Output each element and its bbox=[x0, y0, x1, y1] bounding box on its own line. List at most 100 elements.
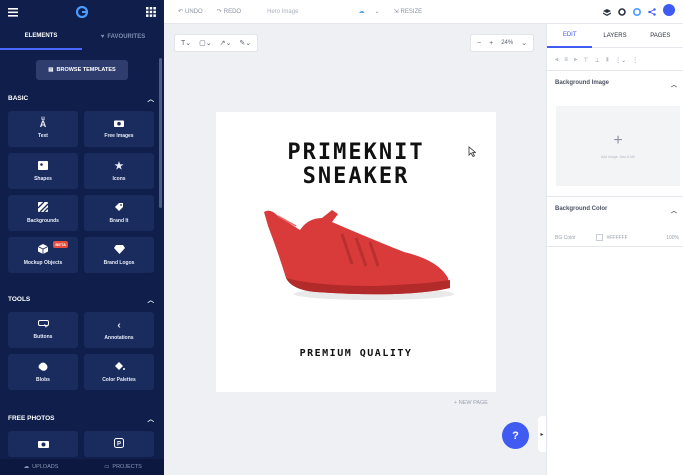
tab-elements[interactable]: ELEMENTS bbox=[0, 24, 82, 50]
tab-edit[interactable]: EDIT bbox=[547, 24, 593, 48]
sidebar-header bbox=[0, 0, 164, 24]
section-tools-header[interactable]: TOOLS ︿ bbox=[8, 294, 155, 305]
align-center-icon[interactable]: ≡ bbox=[564, 57, 568, 63]
tile-label: Brand It bbox=[109, 218, 129, 224]
right-panel-tabs: EDIT LAYERS PAGES bbox=[547, 24, 683, 48]
tile-label: Text bbox=[38, 133, 48, 139]
free-photos-grid: P bbox=[8, 431, 154, 457]
shapes-icon bbox=[38, 160, 48, 172]
tile-brand-it[interactable]: Brand It bbox=[84, 195, 154, 231]
redo-icon: ↷ bbox=[216, 9, 222, 15]
sidebar-scrollbar[interactable] bbox=[159, 58, 162, 208]
tab-elements-label: ELEMENTS bbox=[24, 33, 58, 39]
arrow-tool-icon[interactable]: ↗⌄ bbox=[220, 39, 232, 47]
drawing-tools: T⌄ ▢⌄ ↗⌄ ✎⌄ bbox=[174, 34, 259, 52]
tile-color-palettes[interactable]: Color Palettes bbox=[84, 354, 154, 390]
help-button[interactable]: ? bbox=[502, 422, 529, 449]
menu-icon[interactable] bbox=[8, 7, 18, 17]
tile-buttons[interactable]: Buttons bbox=[8, 312, 78, 348]
layers-stack-icon[interactable] bbox=[603, 3, 611, 21]
design-page[interactable]: PRIMEKNIT SNEAKER PREMIUM QUALITY bbox=[216, 112, 496, 392]
projects-button[interactable]: ▭ PROJECTS bbox=[82, 459, 164, 475]
top-toolbar: ↶ UNDO ↷ REDO Hero Image ☁ ⌄ ⇲ RESIZE bbox=[164, 0, 546, 24]
color-swatch[interactable] bbox=[595, 234, 603, 241]
chevron-up-icon[interactable]: ︿ bbox=[671, 206, 677, 215]
panel-expand-toggle[interactable]: ▸ bbox=[538, 416, 546, 452]
new-page-button[interactable]: + NEW PAGE bbox=[454, 400, 488, 406]
pen-tool-icon[interactable]: ✎⌄ bbox=[239, 39, 251, 47]
tile-annotations[interactable]: ‹ Annotations bbox=[84, 312, 154, 348]
save-dropdown[interactable]: ⌄ bbox=[374, 8, 379, 15]
right-panel: EDIT LAYERS PAGES ⫷ ≡ ⫸ ⊤ ⊥ ⫫ ⋮⌄ ⋮ Backg… bbox=[546, 24, 683, 475]
chevron-up-icon[interactable]: ︿ bbox=[148, 294, 155, 304]
zoom-out-icon[interactable]: − bbox=[477, 40, 481, 47]
sidebar-tabs: ELEMENTS ♥ FAVOURITES bbox=[0, 24, 164, 50]
tile-backgrounds[interactable]: Backgrounds bbox=[8, 195, 78, 231]
logo-icon[interactable] bbox=[76, 6, 88, 18]
bg-color-hex[interactable]: #FFFFFF bbox=[607, 235, 628, 241]
tile-label: Shapes bbox=[34, 175, 52, 182]
browse-templates-button[interactable]: ▤ BROWSE TEMPLATES bbox=[36, 60, 128, 80]
tile-text[interactable]: Aͧ Text bbox=[8, 111, 78, 147]
align-left-icon[interactable]: ⫷ bbox=[555, 57, 558, 64]
tile-photo-camera[interactable] bbox=[8, 431, 78, 457]
section-free-photos-header[interactable]: FREE PHOTOS ︿ bbox=[8, 413, 155, 424]
tab-favourites[interactable]: ♥ FAVOURITES bbox=[82, 24, 164, 50]
tile-icons[interactable]: ★ Icons bbox=[84, 153, 154, 189]
undo-label: UNDO bbox=[185, 8, 203, 15]
chevron-right-icon: ▸ bbox=[540, 431, 544, 438]
chevron-down-icon[interactable]: ⌄ bbox=[521, 39, 527, 47]
redo-button[interactable]: ↷ REDO bbox=[216, 8, 241, 16]
tile-mockup-objects[interactable]: BETA Mockup Objects bbox=[8, 237, 78, 273]
section-tools-title: TOOLS bbox=[8, 295, 31, 303]
align-top-icon[interactable]: ⊤ bbox=[583, 57, 588, 64]
align-right-icon[interactable]: ⫸ bbox=[574, 57, 577, 64]
headline-line-2[interactable]: SNEAKER bbox=[216, 164, 496, 189]
sneaker-image[interactable] bbox=[256, 204, 456, 304]
background-color-header[interactable]: Background Color ︿ bbox=[555, 206, 677, 215]
paint-bucket-icon bbox=[114, 361, 125, 373]
tab-pages[interactable]: PAGES bbox=[637, 24, 683, 48]
settings-icon[interactable] bbox=[618, 3, 626, 21]
chevron-up-icon[interactable]: ︿ bbox=[148, 93, 155, 103]
zoom-in-icon[interactable]: + bbox=[489, 40, 493, 47]
avatar[interactable] bbox=[663, 3, 675, 21]
document-title[interactable]: Hero Image bbox=[267, 9, 298, 15]
distribute-icon[interactable]: ⋮⌄ bbox=[615, 57, 626, 64]
add-image-dropzone[interactable]: + Add image, Max 8 Mb bbox=[556, 106, 680, 186]
tile-shapes[interactable]: Shapes bbox=[8, 153, 78, 189]
headline-line-1[interactable]: PRIMEKNIT bbox=[216, 140, 496, 165]
zoom-level[interactable]: 24% bbox=[501, 40, 513, 46]
logo-icon[interactable] bbox=[632, 3, 642, 21]
tile-blobs[interactable]: Blobs bbox=[8, 354, 78, 390]
tile-photo-p[interactable]: P bbox=[84, 431, 154, 457]
app: ELEMENTS ♥ FAVOURITES ▤ BROWSE TEMPLATES … bbox=[0, 0, 683, 475]
bg-color-opacity[interactable]: 100% bbox=[666, 235, 679, 241]
backgrounds-icon bbox=[37, 201, 49, 214]
tab-favourites-label: FAVOURITES bbox=[107, 34, 146, 40]
more-icon[interactable]: ⋮ bbox=[632, 57, 638, 64]
background-image-header[interactable]: Background Image ︿ bbox=[555, 80, 677, 89]
tile-brand-logos[interactable]: Brand Logos bbox=[84, 237, 154, 273]
tile-label: Buttons bbox=[33, 334, 53, 340]
shape-tool-icon[interactable]: ▢⌄ bbox=[199, 39, 211, 47]
basic-grid: Aͧ Text Free Images Shapes ★ Icons Backgro… bbox=[8, 111, 154, 273]
apps-grid-icon[interactable] bbox=[146, 7, 156, 17]
align-bottom-icon[interactable]: ⫫ bbox=[606, 57, 609, 64]
projects-label: PROJECTS bbox=[112, 464, 142, 470]
undo-button[interactable]: ↶ UNDO bbox=[178, 8, 203, 16]
text-tool-icon[interactable]: T⌄ bbox=[181, 39, 191, 47]
chevron-up-icon[interactable]: ︿ bbox=[671, 80, 677, 89]
tab-layers[interactable]: LAYERS bbox=[592, 24, 638, 48]
resize-button[interactable]: ⇲ RESIZE bbox=[393, 8, 422, 16]
share-icon[interactable] bbox=[648, 3, 656, 21]
subtitle-text[interactable]: PREMIUM QUALITY bbox=[216, 348, 496, 359]
align-middle-icon[interactable]: ⊥ bbox=[595, 57, 600, 64]
add-image-hint: Add image, Max 8 Mb bbox=[600, 155, 636, 159]
background-color-title: Background Color bbox=[555, 206, 608, 212]
uploads-button[interactable]: ☁ UPLOADS bbox=[0, 459, 82, 475]
chevron-up-icon[interactable]: ︿ bbox=[148, 413, 155, 423]
section-basic-header[interactable]: BASIC ︿ bbox=[8, 93, 155, 104]
tile-free-images[interactable]: Free Images bbox=[84, 111, 154, 147]
uploads-label: UPLOADS bbox=[32, 464, 59, 470]
